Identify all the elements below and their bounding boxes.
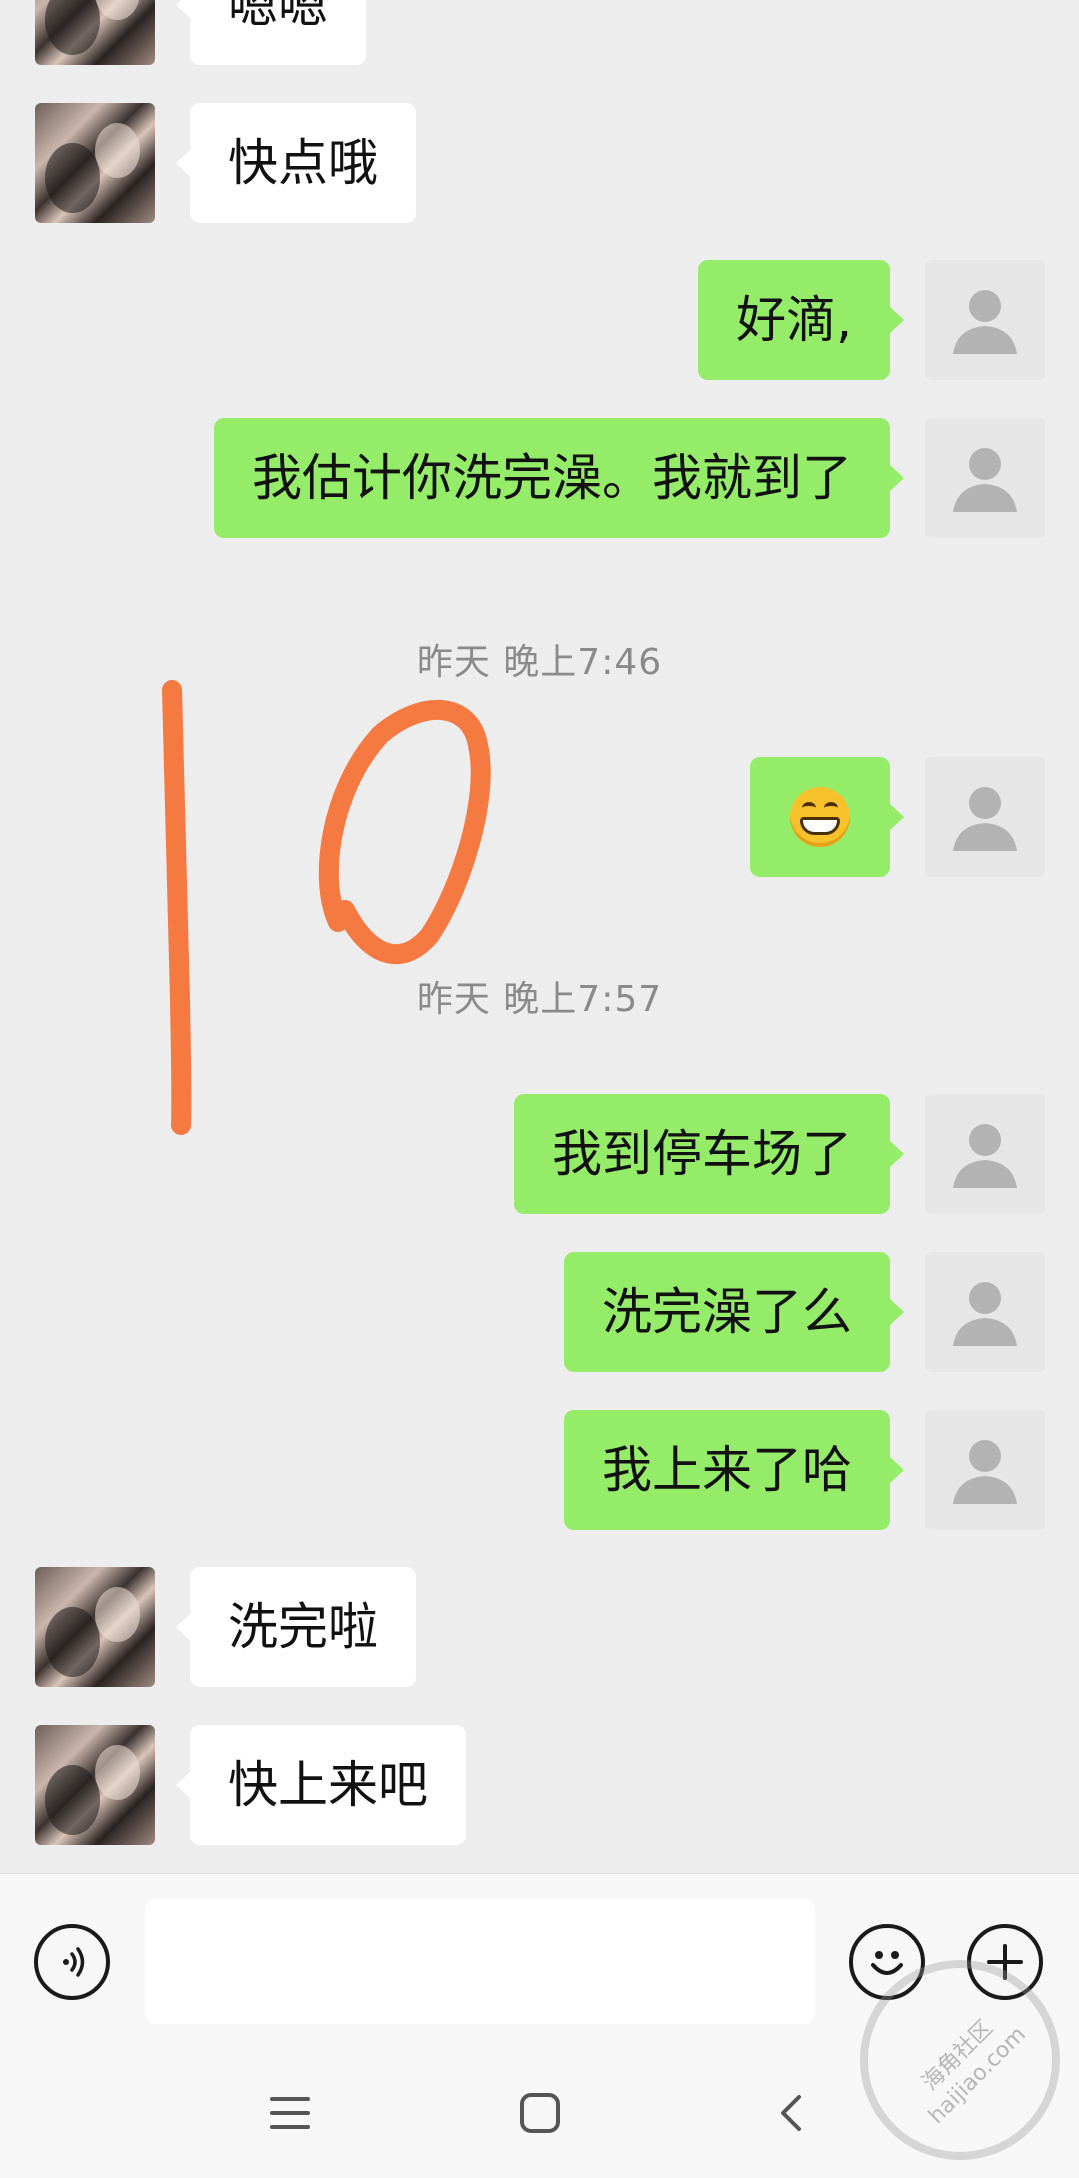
home-square-icon [520,2093,560,2133]
default-user-icon [953,1440,1017,1504]
default-user-icon [953,448,1017,512]
default-user-icon [953,787,1017,851]
outgoing-message-bubble[interactable]: 好滴, [698,260,904,380]
my-avatar[interactable] [925,1410,1045,1530]
message-timestamp: 昨天 晚上7:57 [416,979,663,1020]
outgoing-emoji-bubble[interactable] [750,757,904,877]
my-avatar[interactable] [925,757,1045,877]
message-timestamp: 昨天 晚上7:46 [416,642,663,683]
back-chevron-icon [781,2095,801,2131]
my-avatar[interactable] [925,1252,1045,1372]
watermark-text: 海角社区 haijiao.com [917,2015,1032,2130]
default-user-icon [953,290,1017,354]
grinning-face-icon [790,787,850,847]
my-avatar[interactable] [925,418,1045,538]
outgoing-message-bubble[interactable]: 我上来了哈 [564,1410,904,1530]
chat-area[interactable]: 嗯嗯 快点哦 好滴, 我估计你洗完澡。我就到了 昨天 晚上7:46 昨天 晚上7… [0,0,1079,1873]
outgoing-message-bubble[interactable]: 我到停车场了 [514,1094,904,1214]
default-user-icon [953,1282,1017,1346]
back-button[interactable] [750,2083,830,2143]
contact-avatar[interactable] [35,103,155,223]
message-text-input[interactable] [145,1899,815,2024]
outgoing-message-bubble[interactable]: 我估计你洗完澡。我就到了 [214,418,904,538]
voice-button[interactable] [34,1924,110,2000]
contact-avatar[interactable] [35,0,155,65]
voice-icon [63,1947,85,1977]
home-button[interactable] [500,2083,580,2143]
incoming-message-bubble[interactable]: 快点哦 [176,103,416,223]
my-avatar[interactable] [925,1094,1045,1214]
contact-avatar[interactable] [35,1567,155,1687]
incoming-message-bubble[interactable]: 嗯嗯 [176,0,366,65]
my-avatar[interactable] [925,260,1045,380]
menu-icon [270,2097,310,2129]
outgoing-message-bubble[interactable]: 洗完澡了么 [564,1252,904,1372]
contact-avatar[interactable] [35,1725,155,1845]
incoming-message-bubble[interactable]: 洗完啦 [176,1567,416,1687]
handwritten-annotation-10 [162,680,491,1135]
menu-button[interactable] [250,2083,330,2143]
incoming-message-bubble[interactable]: 快上来吧 [176,1725,466,1845]
watermark-stamp: 海角社区 haijiao.com [860,1960,1060,2160]
default-user-icon [953,1124,1017,1188]
